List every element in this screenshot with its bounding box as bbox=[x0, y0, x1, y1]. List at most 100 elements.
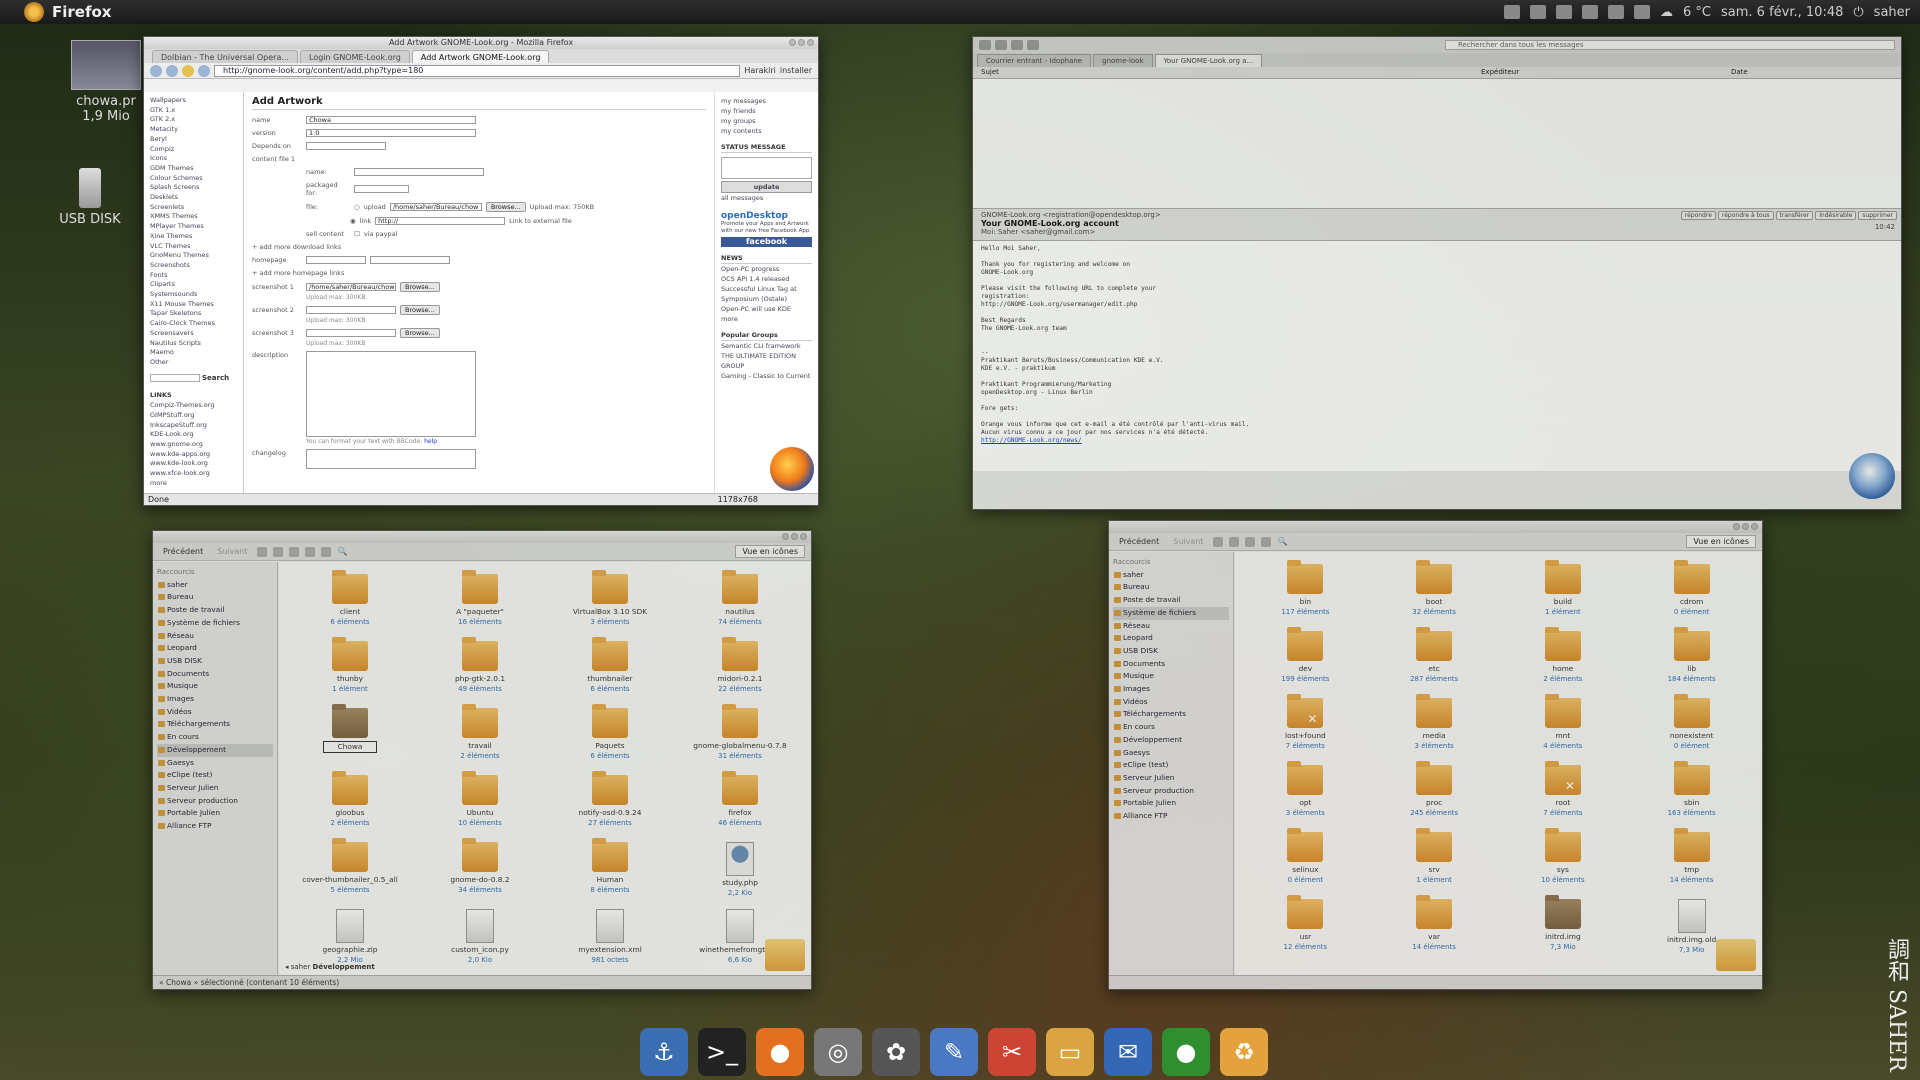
message-list[interactable] bbox=[973, 79, 1901, 209]
file-item[interactable]: php-gtk-2.0.1 49 éléments bbox=[415, 637, 545, 708]
file-item[interactable]: midori-0.2.1 22 éléments bbox=[675, 637, 805, 708]
file-item[interactable]: cover-thumbnailer_0.5_all 5 éléments bbox=[285, 838, 415, 909]
category-link[interactable]: Fonts bbox=[150, 271, 237, 281]
maximize-icon[interactable] bbox=[1742, 523, 1749, 530]
add-homepage-links[interactable]: + add more homepage links bbox=[252, 269, 344, 277]
sidebar-place[interactable]: saher bbox=[157, 579, 273, 592]
news-item[interactable]: Open-PC will use KDE bbox=[721, 304, 812, 314]
name-input[interactable]: Chowa bbox=[306, 116, 476, 124]
active-app-name[interactable]: Firefox bbox=[52, 3, 111, 21]
category-link[interactable]: Tapar Skeletons bbox=[150, 309, 237, 319]
sidebar-place[interactable]: USB DISK bbox=[1113, 645, 1229, 658]
file-item[interactable]: opt 3 éléments bbox=[1241, 761, 1370, 832]
category-link[interactable]: X11 Mouse Themes bbox=[150, 300, 237, 310]
message-icon[interactable] bbox=[1634, 5, 1651, 19]
news-more[interactable]: more bbox=[721, 314, 812, 324]
file-item[interactable]: travail 2 éléments bbox=[415, 704, 545, 775]
col-date[interactable]: Date bbox=[1723, 67, 1748, 78]
update-button[interactable]: update bbox=[721, 181, 812, 193]
get-mail-icon[interactable] bbox=[979, 40, 991, 50]
bookmark-installer[interactable]: installer bbox=[780, 66, 812, 75]
sidebar-place[interactable]: Serveur Julien bbox=[157, 782, 273, 795]
up-icon[interactable] bbox=[257, 546, 268, 557]
screenshot3-browse[interactable]: Browse... bbox=[400, 328, 440, 338]
file-item[interactable]: sys 10 éléments bbox=[1499, 828, 1628, 899]
weather-temp[interactable]: 6 °C bbox=[1683, 5, 1711, 20]
file-item[interactable]: firefox 46 éléments bbox=[675, 771, 805, 842]
link-radio[interactable]: ◉ bbox=[350, 217, 356, 225]
external-link[interactable]: Compiz-Themes.org bbox=[150, 401, 237, 411]
file-item[interactable]: build 1 élément bbox=[1499, 560, 1628, 631]
reload-icon[interactable] bbox=[198, 64, 210, 77]
sidebar-place[interactable]: Système de fichiers bbox=[157, 617, 273, 630]
changelog-textarea[interactable] bbox=[306, 449, 476, 469]
sidebar-place[interactable]: Poste de travail bbox=[157, 604, 273, 617]
category-link[interactable]: Compiz bbox=[150, 145, 237, 155]
opendesktop-logo[interactable]: openDesktop bbox=[721, 211, 812, 221]
minimize-icon[interactable] bbox=[1733, 523, 1740, 530]
file-item[interactable]: lost+found 7 éléments bbox=[1241, 694, 1370, 765]
crumb-current[interactable]: Développement bbox=[313, 963, 375, 971]
file-item[interactable]: var 14 éléments bbox=[1370, 895, 1499, 966]
file-item[interactable]: tmp 14 éléments bbox=[1627, 828, 1756, 899]
upload-radio[interactable]: ○ bbox=[354, 203, 360, 211]
reload-icon[interactable] bbox=[289, 546, 300, 557]
col-sender[interactable]: Expéditeur bbox=[1473, 67, 1723, 78]
file-item[interactable]: nautilus 74 éléments bbox=[675, 570, 805, 641]
fm1-titlebar[interactable] bbox=[153, 531, 811, 543]
sidebar-place[interactable]: Vidéos bbox=[1113, 696, 1229, 709]
power-icon[interactable]: ⏻ bbox=[1853, 5, 1863, 20]
search-icon[interactable]: 🔍 bbox=[1277, 537, 1287, 546]
home-icon[interactable] bbox=[1245, 536, 1256, 547]
file-item[interactable]: etc 287 éléments bbox=[1370, 627, 1499, 698]
tab-debian[interactable]: Dolbian - The Universal Opera... bbox=[152, 50, 298, 63]
category-link[interactable]: Screenlets bbox=[150, 203, 237, 213]
category-link[interactable]: Nautilus Scripts bbox=[150, 339, 237, 349]
user-name[interactable]: saher bbox=[1874, 5, 1910, 20]
reply-button[interactable]: répondre bbox=[1680, 211, 1716, 220]
external-link[interactable]: www.kde-look.org bbox=[150, 459, 237, 469]
folder-icon[interactable]: ▭ bbox=[1046, 1028, 1094, 1076]
sidebar-place[interactable]: Système de fichiers bbox=[1113, 606, 1229, 620]
settings-icon[interactable]: ✂ bbox=[988, 1028, 1036, 1076]
upload-path-input[interactable]: /home/saher/Bureau/chow bbox=[389, 203, 482, 211]
sidebar-place[interactable]: eClipe (test) bbox=[157, 769, 273, 782]
file-item[interactable]: proc 245 éléments bbox=[1370, 761, 1499, 832]
sidebar-place[interactable]: Musique bbox=[157, 680, 273, 693]
category-link[interactable]: Desklets bbox=[150, 193, 237, 203]
account-link[interactable]: my groups bbox=[721, 116, 812, 126]
junk-button[interactable]: indésirable bbox=[1815, 211, 1857, 220]
file-item[interactable]: gloobus 2 éléments bbox=[285, 771, 415, 842]
clock[interactable]: sam. 6 févr., 10:48 bbox=[1721, 5, 1843, 20]
file-item[interactable]: thumbnailer 6 éléments bbox=[545, 637, 675, 708]
description-textarea[interactable] bbox=[306, 351, 476, 437]
file-item[interactable]: custom_icon.py 2,0 Kio bbox=[415, 909, 545, 976]
desktop-file-chowa[interactable]: chowa.pr 1,9 Mio bbox=[66, 40, 146, 124]
write-icon[interactable] bbox=[995, 40, 1007, 50]
fm2-titlebar[interactable] bbox=[1109, 521, 1762, 533]
external-link[interactable]: InkscapeStuff.org bbox=[150, 421, 237, 431]
forward-icon[interactable] bbox=[166, 64, 178, 77]
sidebar-place[interactable]: Développement bbox=[157, 743, 273, 757]
file-item[interactable]: media 3 éléments bbox=[1370, 694, 1499, 765]
category-link[interactable]: VLC Themes bbox=[150, 242, 237, 252]
via-paypal-checkbox[interactable]: ☐ bbox=[354, 230, 360, 238]
file-item[interactable]: Paquets 6 éléments bbox=[545, 704, 675, 775]
sidebar-place[interactable]: Gaesys bbox=[157, 757, 273, 770]
file-item[interactable]: usr 12 éléments bbox=[1241, 895, 1370, 966]
sidebar-place[interactable]: saher bbox=[1113, 569, 1229, 582]
all-messages-link[interactable]: all messages bbox=[721, 193, 812, 203]
sidebar-place[interactable]: Images bbox=[1113, 683, 1229, 696]
col-subject[interactable]: Sujet bbox=[973, 67, 1473, 78]
text-editor-icon[interactable]: ✎ bbox=[930, 1028, 978, 1076]
home-icon[interactable] bbox=[182, 64, 194, 77]
gimp-icon[interactable]: ✿ bbox=[872, 1028, 920, 1076]
sidebar-place[interactable]: Développement bbox=[1113, 734, 1229, 747]
home-icon[interactable] bbox=[305, 546, 316, 557]
category-link[interactable]: Screenshots bbox=[150, 261, 237, 271]
account-link[interactable]: my contents bbox=[721, 126, 812, 136]
sidebar-place[interactable]: Réseau bbox=[157, 630, 273, 643]
mail-tab-inbox[interactable]: Courrier entrant - Idophane bbox=[977, 54, 1092, 67]
file-item[interactable]: thunby 1 élément bbox=[285, 637, 415, 708]
tab-add-artwork[interactable]: Add Artwork GNOME-Look.org bbox=[411, 50, 550, 63]
